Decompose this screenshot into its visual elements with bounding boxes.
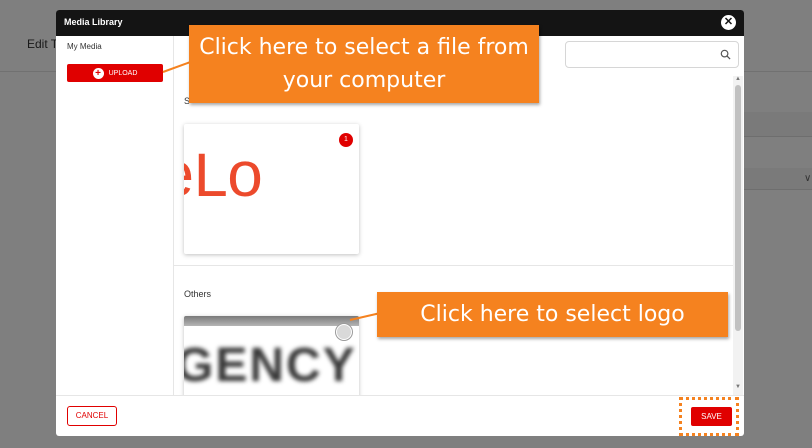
section-label-others: Others — [184, 289, 212, 299]
scroll-thumb[interactable] — [735, 85, 741, 331]
usage-count-badge: 1 — [339, 133, 353, 147]
dialog-title: Media Library — [64, 17, 123, 27]
section-divider — [174, 265, 734, 266]
dialog-footer: CANCEL SAVE — [56, 395, 744, 436]
scroll-down-arrow-icon[interactable]: ▼ — [735, 384, 741, 390]
media-thumbnail[interactable]: GENCY — [184, 316, 359, 395]
media-thumbnail[interactable]: eLo 1 — [184, 124, 359, 254]
thumbnail-top-bar — [184, 316, 359, 326]
select-logo-callout: Click here to select logo — [377, 292, 728, 337]
cancel-button[interactable]: CANCEL — [67, 406, 117, 426]
upload-label: UPLOAD — [108, 69, 138, 77]
select-radio[interactable] — [336, 324, 352, 340]
sidebar: My Media + UPLOAD — [56, 36, 174, 395]
logo-thumbnail-text: eLo — [184, 144, 264, 216]
search-icon[interactable] — [720, 49, 731, 60]
sidebar-heading: My Media — [67, 42, 102, 51]
save-highlight-box — [679, 397, 739, 436]
search-input[interactable] — [565, 41, 739, 68]
scrollbar[interactable]: ▲ ▼ — [733, 76, 743, 395]
scroll-up-arrow-icon[interactable]: ▲ — [735, 76, 741, 82]
upload-button[interactable]: + UPLOAD — [67, 64, 163, 82]
plus-icon: + — [92, 67, 104, 79]
logo-thumbnail-text: GENCY — [184, 339, 357, 392]
close-icon[interactable]: ✕ — [721, 15, 736, 30]
upload-callout: Click here to select a file from your co… — [189, 25, 539, 103]
